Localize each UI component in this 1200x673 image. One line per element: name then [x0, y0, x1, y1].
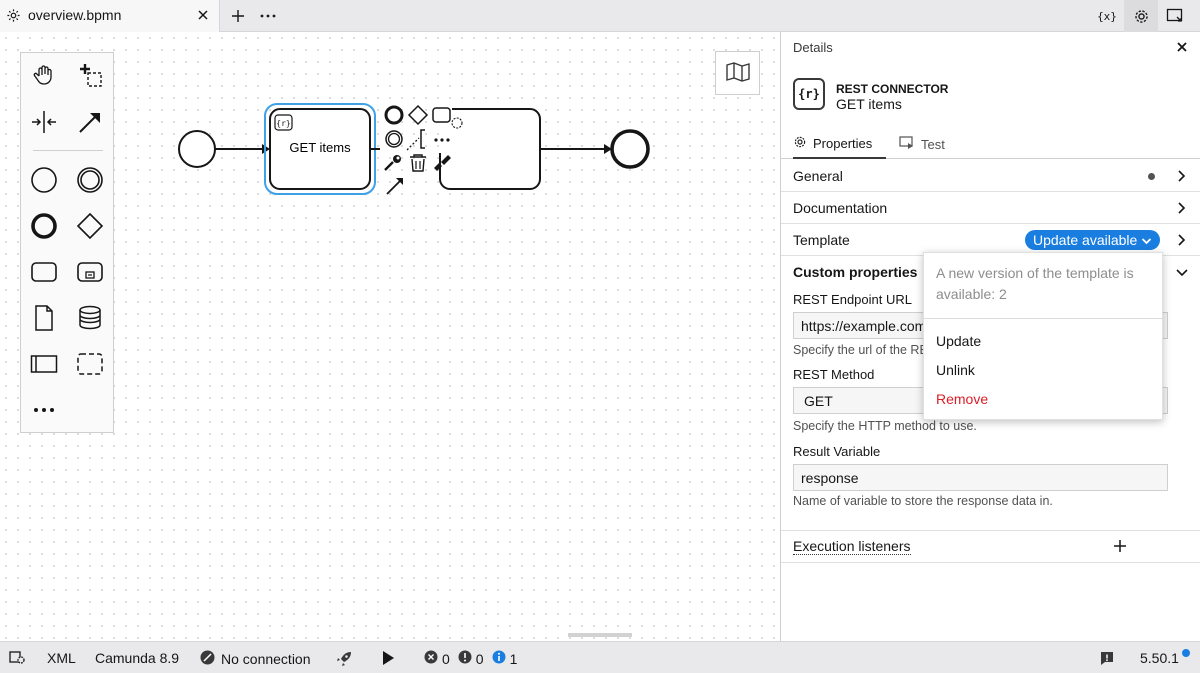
- chevron-down-icon: [1175, 265, 1189, 281]
- panel-tabs: Properties Test: [781, 129, 1200, 159]
- tab-label: overview.bpmn: [28, 7, 122, 23]
- group-general-label: General: [793, 168, 843, 184]
- tab-properties-label: Properties: [813, 135, 873, 151]
- result-variable-description: Name of variable to store the response d…: [793, 494, 1053, 508]
- connection-status[interactable]: No connection: [200, 650, 311, 668]
- data-object-icon[interactable]: [29, 303, 59, 333]
- svg-text:{r}: {r}: [276, 119, 290, 128]
- rest-method-description: Specify the HTTP method to use.: [793, 419, 977, 433]
- app-version[interactable]: 5.50.1: [1140, 650, 1179, 666]
- pool-icon[interactable]: [29, 349, 59, 379]
- menu-divider: [924, 318, 1164, 319]
- tab-overview[interactable]: overview.bpmn: [0, 0, 220, 32]
- group-custom-label: Custom properties: [793, 264, 918, 280]
- bpmn-diagram: {r}: [178, 103, 650, 195]
- append-gateway-icon[interactable]: [407, 104, 429, 126]
- group-documentation[interactable]: Documentation: [781, 192, 1200, 224]
- variables-icon[interactable]: {x}: [1090, 0, 1124, 32]
- second-task[interactable]: [439, 108, 541, 190]
- result-variable-input[interactable]: response: [793, 464, 1168, 491]
- rest-connector-icon: {r}: [793, 78, 825, 110]
- error-icon: [424, 650, 438, 667]
- task-label: GET items: [289, 140, 351, 155]
- top-bar: overview.bpmn {x}: [0, 0, 1200, 32]
- divider: [781, 562, 1200, 563]
- update-dot: [1182, 649, 1190, 657]
- template-update-message: A new version of the template is availab…: [936, 265, 1134, 302]
- menu-item-unlink[interactable]: Unlink: [936, 362, 975, 378]
- feedback-icon[interactable]: [1099, 650, 1115, 666]
- connection-label: No connection: [221, 651, 311, 667]
- engine-version[interactable]: Camunda 8.9: [95, 650, 179, 666]
- problems-summary[interactable]: 0 0 1: [424, 650, 517, 667]
- info-count: 1: [509, 650, 518, 667]
- divider: [781, 530, 1200, 531]
- append-task-icon[interactable]: [432, 107, 451, 123]
- chevron-right-icon: [1177, 201, 1187, 218]
- deployment-settings-icon[interactable]: [9, 650, 27, 666]
- group-icon[interactable]: [75, 349, 105, 379]
- tab-test-label: Test: [921, 136, 945, 152]
- disconnected-icon: [200, 650, 215, 668]
- rest-method-label: REST Method: [793, 367, 875, 382]
- result-variable-label: Result Variable: [793, 444, 881, 459]
- has-values-dot: [1148, 173, 1155, 180]
- connect-arrow-icon[interactable]: [386, 178, 403, 195]
- group-documentation-label: Documentation: [793, 200, 888, 216]
- chevron-right-icon: [1177, 233, 1187, 250]
- update-available-button[interactable]: Update available: [1025, 230, 1161, 250]
- bottom-panel-handle[interactable]: [568, 633, 632, 637]
- warning-icon: [458, 650, 472, 667]
- more-elements-icon[interactable]: [29, 395, 59, 425]
- context-more-icon[interactable]: [434, 138, 450, 142]
- panel-title: Details: [793, 40, 833, 55]
- update-available-label: Update available: [1033, 232, 1138, 248]
- add-listener-icon[interactable]: [1112, 538, 1128, 557]
- svg-text:{x}: {x}: [1097, 10, 1117, 23]
- menu-item-update[interactable]: Update: [936, 333, 981, 349]
- error-count: 0: [442, 650, 450, 667]
- append-intermediate-event-icon[interactable]: [385, 130, 403, 148]
- template-update-menu: A new version of the template is availab…: [923, 252, 1164, 420]
- end-event[interactable]: [610, 129, 650, 169]
- tab-properties[interactable]: Properties: [793, 129, 886, 159]
- change-type-wrench-icon[interactable]: [384, 155, 401, 171]
- warning-count: 0: [475, 650, 484, 667]
- element-type: REST CONNECTOR: [836, 82, 949, 96]
- data-store-icon[interactable]: [75, 303, 105, 333]
- chevron-down-icon: [1141, 232, 1152, 248]
- test-icon: [899, 135, 915, 153]
- status-bar: XML Camunda 8.9 No connection 0 0 1 5.50…: [0, 641, 1200, 673]
- format-indicator[interactable]: XML: [47, 650, 76, 666]
- run-play-icon[interactable]: [381, 650, 395, 666]
- menu-item-remove[interactable]: Remove: [936, 391, 988, 407]
- deploy-rocket-icon[interactable]: [335, 650, 353, 668]
- close-icon[interactable]: [1175, 40, 1189, 57]
- settings-gear-icon[interactable]: [1124, 0, 1158, 32]
- panel-toggle-icon[interactable]: [1158, 0, 1192, 32]
- element-name: GET items: [836, 96, 902, 112]
- group-template-label: Template: [793, 232, 850, 248]
- tab-test[interactable]: Test: [899, 129, 945, 159]
- add-tab-icon[interactable]: [228, 6, 248, 26]
- sequence-flow-1[interactable]: [215, 144, 270, 154]
- group-general[interactable]: General: [781, 160, 1200, 192]
- chevron-right-icon: [1177, 169, 1187, 186]
- append-end-event-icon[interactable]: [384, 105, 404, 125]
- execution-listeners-label[interactable]: Execution listeners: [793, 538, 911, 555]
- append-text-annotation-icon[interactable]: [406, 129, 425, 151]
- delete-trash-icon[interactable]: [410, 154, 426, 172]
- more-tabs-icon[interactable]: [258, 6, 278, 26]
- gear-icon: [6, 8, 21, 26]
- info-icon: [492, 650, 506, 667]
- close-icon[interactable]: [196, 8, 210, 25]
- endpoint-url-label: REST Endpoint URL: [793, 292, 912, 307]
- gear-icon: [793, 135, 807, 152]
- start-event[interactable]: [178, 130, 216, 168]
